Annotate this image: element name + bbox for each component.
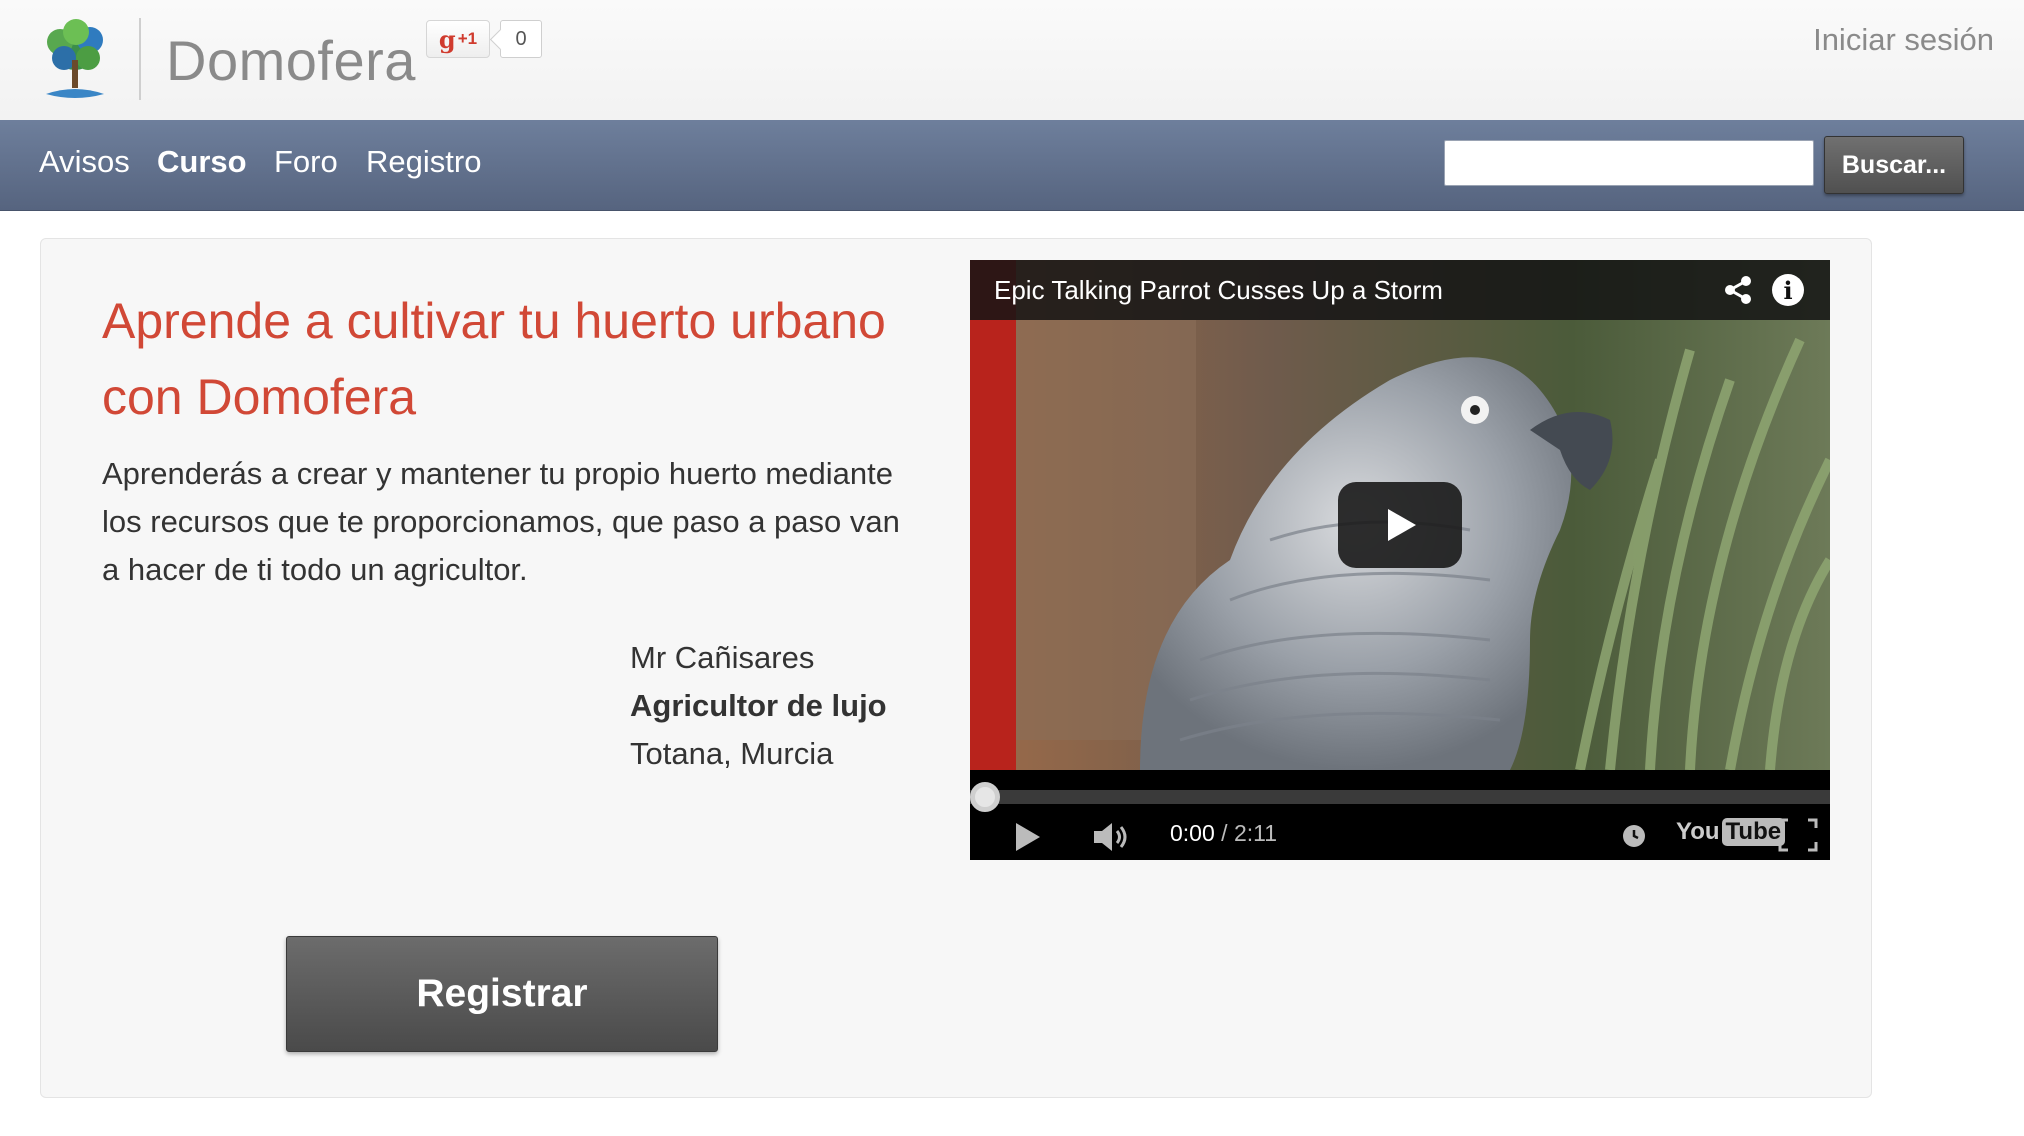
play-icon [1388,509,1416,541]
gplus-count: 0 [500,20,542,58]
info-icon[interactable]: i [1772,274,1804,306]
volume-icon[interactable] [1092,820,1132,854]
hero-headline: Aprende a cultivar tu huerto urbano con … [102,293,886,425]
testimonial-location: Totana, Murcia [630,736,834,771]
video-current-time: 0:00 [1170,820,1215,846]
clock-icon[interactable] [1622,824,1646,848]
video-progress-track[interactable] [970,790,1830,804]
testimonial-role: Agricultor de lujo [630,688,887,723]
video-title[interactable]: Epic Talking Parrot Cusses Up a Storm [994,275,1443,306]
gplus-widget[interactable]: g +1 0 [426,20,542,58]
gplus-plus-label: +1 [457,29,478,48]
brand-name[interactable]: Domofera [166,28,416,93]
gplus-button[interactable]: g +1 [426,20,490,58]
register-button[interactable]: Registrar [286,936,718,1052]
nav-item-foro[interactable]: Foro [274,144,338,180]
video-controls: 0:00 / 2:11 You Tube [970,810,1830,860]
main-navbar: Avisos Curso Foro Registro Buscar... [0,120,2024,211]
youtube-logo-tube: Tube [1721,818,1786,846]
video-time: 0:00 / 2:11 [1170,820,1277,847]
video-progress-knob[interactable] [970,782,1000,812]
search-button[interactable]: Buscar... [1824,136,1964,194]
play-icon[interactable] [1010,820,1044,854]
nav-item-registro[interactable]: Registro [366,144,481,180]
nav-item-curso[interactable]: Curso [157,144,247,180]
video-duration: 2:11 [1233,820,1277,846]
gplus-g-label: g [438,24,456,54]
big-play-button[interactable] [1338,482,1462,568]
hero-lead: Aprenderás a crear y mantener tu propio … [102,456,900,587]
video-player[interactable]: Epic Talking Parrot Cusses Up a Storm i … [970,260,1830,860]
youtube-logo-you: You [1676,818,1720,845]
login-link[interactable]: Iniciar sesión [1813,22,1994,58]
tree-logo-icon[interactable] [36,14,114,106]
search-input[interactable] [1444,140,1814,186]
logo-divider [139,18,141,100]
site-header: Domofera g +1 0 Iniciar sesión [0,0,2024,120]
video-time-separator: / [1214,820,1234,846]
share-icon[interactable] [1722,274,1754,306]
youtube-logo[interactable]: You Tube [1676,818,1786,846]
nav-item-avisos[interactable]: Avisos [39,144,130,180]
testimonial-name: Mr Cañisares [630,640,815,675]
fullscreen-icon[interactable] [1778,818,1818,852]
testimonial: Mr Cañisares Agricultor de lujo Totana, … [630,634,887,778]
